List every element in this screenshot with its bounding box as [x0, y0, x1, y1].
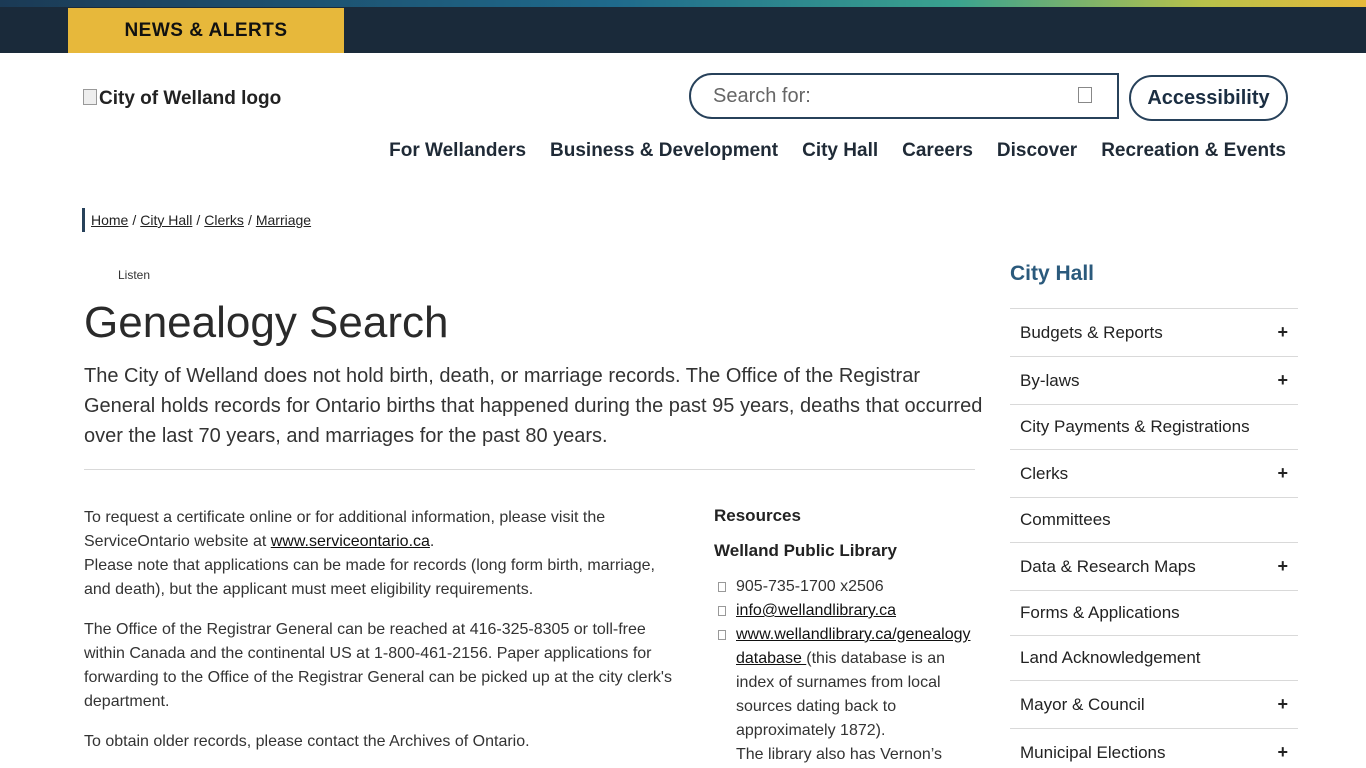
expand-plus-icon[interactable]: +	[1277, 322, 1288, 343]
sidebar-list: Budgets & Reports + By-laws + City Payme…	[1010, 308, 1298, 768]
expand-plus-icon[interactable]: +	[1277, 463, 1288, 484]
paragraph-serviceontario: To request a certificate online or for a…	[84, 506, 674, 602]
list-item: info@wellandlibrary.ca	[714, 599, 976, 623]
eligibility-note: Please note that applications can be mad…	[84, 557, 655, 598]
sidebar-item-label: Land Acknowledgement	[1020, 648, 1201, 667]
resources-list: 905-735-1700 x2506 info@wellandlibrary.c…	[714, 575, 976, 767]
sidebar-title[interactable]: City Hall	[1010, 262, 1298, 286]
expand-plus-icon[interactable]: +	[1277, 742, 1288, 763]
paragraph-text: .	[429, 533, 435, 550]
sidebar-item-label: Mayor & Council	[1020, 694, 1145, 714]
breadcrumb-separator: /	[132, 212, 137, 228]
sidebar-item-label: Clerks	[1020, 463, 1069, 483]
search-icon[interactable]	[1078, 87, 1092, 103]
library-email-link[interactable]: info@wellandlibrary.ca	[736, 602, 896, 619]
sidebar-item-committees[interactable]: Committees	[1010, 498, 1298, 543]
sidebar-item-city-payments[interactable]: City Payments & Registrations	[1010, 405, 1298, 450]
sidebar-item-label: Committees	[1020, 510, 1111, 529]
library-heading: Welland Public Library	[714, 541, 897, 560]
sidebar-item-data-research-maps[interactable]: Data & Research Maps +	[1010, 543, 1298, 591]
main-nav: For Wellanders Business & Development Ci…	[377, 140, 1286, 162]
nav-item-for-wellanders[interactable]: For Wellanders	[377, 140, 538, 162]
sidebar-item-label: Data & Research Maps	[1020, 556, 1196, 576]
accessibility-button[interactable]: Accessibility	[1129, 75, 1288, 121]
search-box	[689, 73, 1119, 119]
divider	[84, 469, 975, 470]
sidebar-item-forms-applications[interactable]: Forms & Applications	[1010, 591, 1298, 636]
listen-button[interactable]: Listen	[118, 268, 150, 282]
main-content: To request a certificate online or for a…	[84, 506, 674, 768]
sidebar-item-label: Budgets & Reports	[1020, 322, 1163, 342]
serviceontario-link[interactable]: www.serviceontario.ca	[271, 533, 430, 550]
phone-icon	[718, 582, 726, 592]
intro-text: The City of Welland does not hold birth,…	[84, 365, 983, 447]
sidebar-item-land-acknowledgement[interactable]: Land Acknowledgement	[1010, 636, 1298, 681]
library-phone: 905-735-1700 x2506	[736, 578, 884, 595]
breadcrumb-separator: /	[196, 212, 201, 228]
nav-item-careers[interactable]: Careers	[890, 140, 985, 162]
search-input[interactable]	[691, 84, 1051, 108]
sidebar: City Hall Budgets & Reports + By-laws + …	[1010, 262, 1298, 768]
nav-item-city-hall[interactable]: City Hall	[790, 140, 890, 162]
sidebar-item-mayor-council[interactable]: Mayor & Council +	[1010, 681, 1298, 729]
list-item: www.wellandlibrary.ca/genealogy database…	[714, 623, 976, 767]
expand-plus-icon[interactable]: +	[1277, 370, 1288, 391]
news-alerts-button[interactable]: NEWS & ALERTS	[68, 8, 344, 53]
breadcrumb-marriage[interactable]: Marriage	[256, 212, 311, 228]
list-item: 905-735-1700 x2506	[714, 575, 976, 599]
broken-image-icon	[83, 89, 97, 105]
breadcrumb-clerks[interactable]: Clerks	[204, 212, 244, 228]
breadcrumb-home[interactable]: Home	[91, 212, 128, 228]
resources-heading: Resources	[714, 506, 801, 525]
city-logo[interactable]: City of Welland logo	[83, 88, 281, 110]
nav-item-business-development[interactable]: Business & Development	[538, 140, 790, 162]
link-icon	[718, 630, 726, 640]
sidebar-item-label: Municipal Elections	[1020, 742, 1166, 762]
paragraph-archives: To obtain older records, please contact …	[84, 733, 530, 750]
nav-item-discover[interactable]: Discover	[985, 140, 1089, 162]
sidebar-item-by-laws[interactable]: By-laws +	[1010, 357, 1298, 405]
sidebar-item-label: By-laws	[1020, 370, 1080, 390]
brand-stripe	[0, 0, 1366, 7]
sidebar-item-label: Forms & Applications	[1020, 603, 1180, 622]
breadcrumb: Home / City Hall / Clerks / Marriage	[82, 208, 311, 232]
paragraph-registrar: The Office of the Registrar General can …	[84, 621, 672, 710]
sidebar-item-clerks[interactable]: Clerks +	[1010, 450, 1298, 498]
nav-item-recreation-events[interactable]: Recreation & Events	[1089, 140, 1286, 162]
logo-alt-text: City of Welland logo	[99, 88, 282, 109]
top-bar: NEWS & ALERTS	[0, 0, 1366, 53]
sidebar-item-municipal-elections[interactable]: Municipal Elections +	[1010, 729, 1298, 768]
breadcrumb-city-hall[interactable]: City Hall	[140, 212, 192, 228]
page-title: Genealogy Search	[84, 298, 449, 347]
sidebar-item-label: City Payments & Registrations	[1020, 417, 1250, 436]
email-icon	[718, 606, 726, 616]
expand-plus-icon[interactable]: +	[1277, 694, 1288, 715]
expand-plus-icon[interactable]: +	[1277, 556, 1288, 577]
sidebar-item-budgets-reports[interactable]: Budgets & Reports +	[1010, 309, 1298, 357]
breadcrumb-separator: /	[247, 212, 252, 228]
resources-panel: Resources Welland Public Library 905-735…	[714, 504, 976, 767]
library-more-text: The library also has Vernon’s	[736, 746, 943, 763]
